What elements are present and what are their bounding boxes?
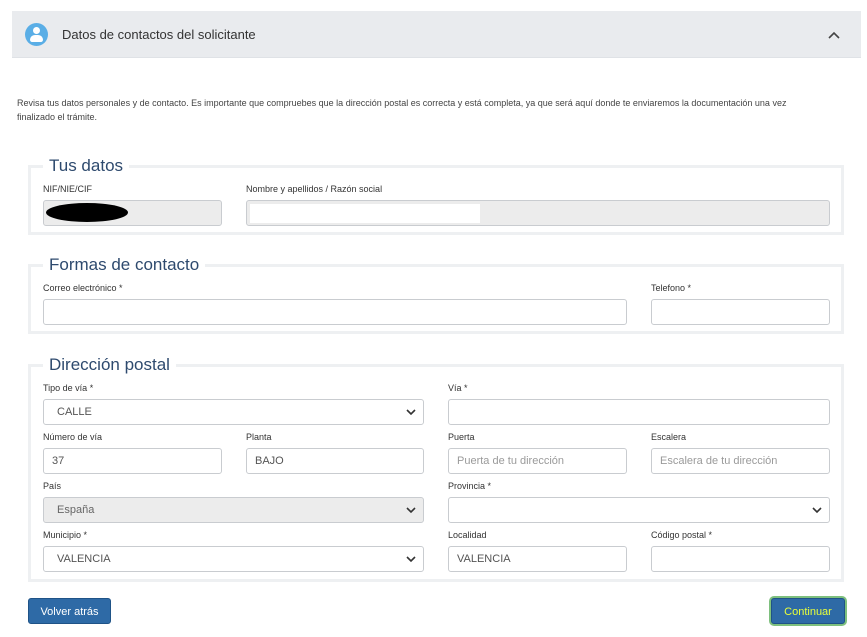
via-field[interactable]	[448, 399, 830, 425]
email-field[interactable]	[43, 299, 627, 325]
telefono-label: Telefono *	[651, 283, 692, 293]
municipio-value: VALENCIA	[57, 553, 111, 565]
section-title: Datos de contactos del solicitante	[62, 27, 256, 42]
redaction-mark	[46, 203, 128, 222]
email-label: Correo electrónico *	[43, 283, 123, 293]
via-label: Vía *	[448, 383, 468, 393]
chevron-down-icon	[406, 507, 416, 514]
nif-label: NIF/NIE/CIF	[43, 184, 92, 194]
provincia-label: Provincia *	[448, 481, 492, 491]
numero-field[interactable]: 37	[43, 448, 222, 474]
numero-label: Número de vía	[43, 432, 103, 442]
nombre-field	[246, 200, 830, 226]
chevron-down-icon	[812, 507, 822, 514]
contacto-legend: Formas de contacto	[49, 255, 200, 274]
planta-value: BAJO	[255, 455, 284, 467]
puerta-label: Puerta	[448, 432, 475, 442]
numero-value: 37	[52, 455, 65, 467]
tipo-via-select[interactable]: CALLE	[43, 399, 424, 425]
chevron-down-icon	[406, 556, 416, 563]
nif-field	[43, 200, 222, 226]
escalera-placeholder: Escalera de tu dirección	[660, 455, 778, 467]
puerta-placeholder: Puerta de tu dirección	[457, 455, 565, 467]
tipo-via-value: CALLE	[57, 406, 92, 418]
redaction-mark	[250, 204, 480, 223]
telefono-field[interactable]	[651, 299, 830, 325]
pais-select: España	[43, 497, 424, 523]
chevron-down-icon	[406, 409, 416, 416]
planta-field[interactable]: BAJO	[246, 448, 424, 474]
localidad-label: Localidad	[448, 530, 487, 540]
escalera-label: Escalera	[651, 432, 687, 442]
pais-label: País	[43, 481, 62, 491]
puerta-field[interactable]: Puerta de tu dirección	[448, 448, 627, 474]
nombre-label: Nombre y apellidos / Razón social	[246, 184, 383, 194]
provincia-select[interactable]	[448, 497, 830, 523]
tipo-via-label: Tipo de vía *	[43, 383, 94, 393]
municipio-label: Municipio *	[43, 530, 88, 540]
section-header[interactable]: Datos de contactos del solicitante	[12, 11, 861, 58]
cp-field[interactable]	[651, 546, 830, 572]
tus-datos-legend: Tus datos	[49, 156, 124, 175]
back-button[interactable]: Volver atrás	[28, 598, 111, 624]
localidad-value: VALENCIA	[457, 553, 511, 565]
cp-label: Código postal *	[651, 530, 713, 540]
chevron-up-icon[interactable]	[827, 28, 841, 42]
user-icon	[25, 23, 48, 46]
municipio-select[interactable]: VALENCIA	[43, 546, 424, 572]
intro-text: Revisa tus datos personales y de contact…	[17, 98, 787, 122]
localidad-field[interactable]: VALENCIA	[448, 546, 627, 572]
pais-value: España	[57, 504, 95, 516]
direccion-legend: Dirección postal	[49, 355, 170, 374]
escalera-field[interactable]: Escalera de tu dirección	[651, 448, 830, 474]
continue-button[interactable]: Continuar	[771, 598, 845, 624]
planta-label: Planta	[246, 432, 272, 442]
